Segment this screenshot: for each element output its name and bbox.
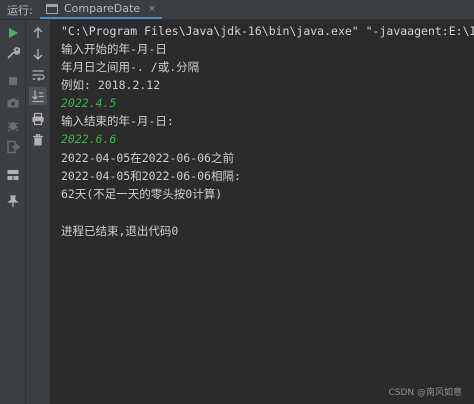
console-user-input: 2022.4.5: [61, 96, 117, 110]
console-user-input: 2022.6.6: [61, 132, 117, 146]
console-line: 2022-04-05在2022-06-06之前: [61, 151, 234, 165]
console-exit-line: 进程已结束,退出代码0: [61, 224, 179, 238]
scroll-to-end-icon[interactable]: [29, 87, 47, 105]
console-line: 例如: 2018.2.12: [61, 78, 161, 92]
wrench-icon[interactable]: [4, 44, 22, 62]
console-output[interactable]: "C:\Program Files\Java\jdk-16\bin\java.e…: [52, 20, 474, 404]
arrow-up-icon[interactable]: [29, 24, 47, 42]
tab-close-icon[interactable]: ×: [148, 4, 156, 14]
console-tab-icon: [46, 3, 58, 14]
pin-icon[interactable]: [4, 192, 22, 210]
watermark: CSDN @南风如意: [388, 388, 462, 398]
run-label: 运行:: [7, 3, 33, 17]
tab-title: CompareDate: [64, 2, 141, 15]
tab-comparedate[interactable]: CompareDate ×: [40, 0, 162, 19]
console-line: 输入开始的年-月-日: [61, 42, 167, 56]
camera-icon[interactable]: [4, 94, 22, 112]
console-tool-rail: [26, 20, 51, 404]
run-icon[interactable]: [4, 24, 22, 42]
exit-icon[interactable]: [4, 138, 22, 156]
trash-icon[interactable]: [29, 131, 47, 149]
layout-icon[interactable]: [4, 166, 22, 184]
console-line: 62天(不足一天的零头按0计算): [61, 187, 223, 201]
console-line: 输入结束的年-月-日:: [61, 114, 174, 128]
soft-wrap-icon[interactable]: [29, 66, 47, 84]
print-icon[interactable]: [29, 110, 47, 128]
bug-icon[interactable]: [4, 116, 22, 134]
console-line: 年月日之间用-. /或.分隔: [61, 60, 200, 74]
stop-icon[interactable]: [4, 72, 22, 90]
console-line: 2022-04-05和2022-06-06相隔:: [61, 169, 241, 183]
run-tool-rail: [0, 20, 26, 404]
console-line-command: "C:\Program Files\Java\jdk-16\bin\java.e…: [61, 24, 474, 38]
arrow-down-icon[interactable]: [29, 45, 47, 63]
